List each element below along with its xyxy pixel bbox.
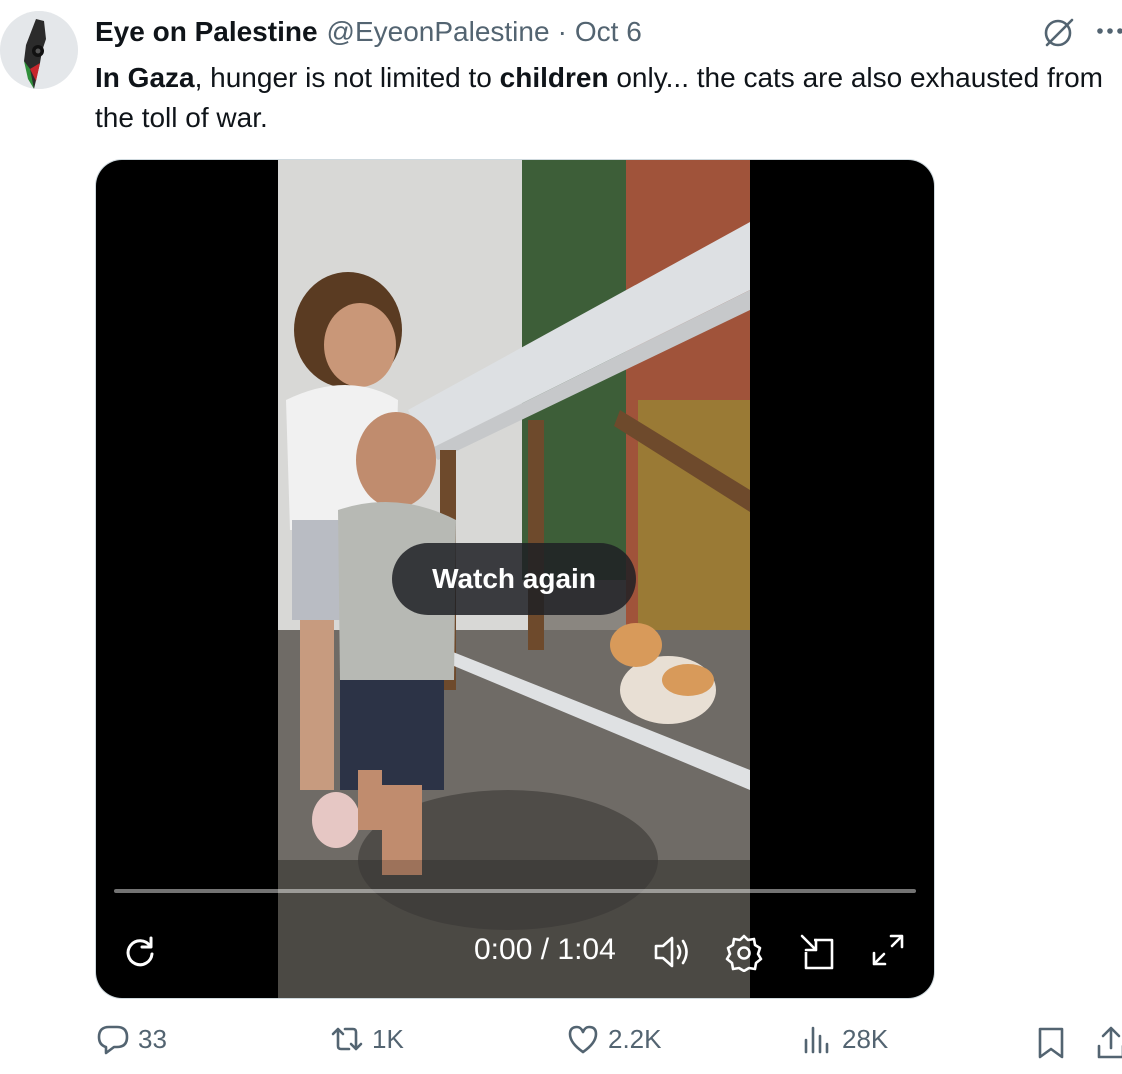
more-icon[interactable] <box>1096 24 1122 38</box>
author-name[interactable]: Eye on Palestine <box>95 16 318 48</box>
views-icon <box>804 1026 829 1054</box>
tweet-text: In Gaza, hunger is not limited to childr… <box>95 58 1122 138</box>
video-progress-bar[interactable] <box>114 889 916 893</box>
watch-again-button[interactable]: Watch again <box>392 543 636 615</box>
reply-count: 33 <box>138 1023 167 1054</box>
repost-icon <box>331 1027 363 1051</box>
dock-icon[interactable] <box>798 932 838 972</box>
tweet-text-part: In Gaza <box>95 62 195 93</box>
reply-button[interactable]: 33 <box>96 1022 167 1056</box>
reply-icon <box>97 1025 129 1055</box>
bookmark-icon[interactable] <box>1036 1026 1066 1060</box>
tweet-actions: 33 1K 2.2K 28K <box>0 1022 1122 1068</box>
post-date[interactable]: Oct 6 <box>575 16 642 48</box>
fullscreen-icon[interactable] <box>870 932 906 968</box>
video-player[interactable]: Watch again 0:00 / 1:04 <box>96 160 934 998</box>
repost-button[interactable]: 1K <box>330 1022 404 1056</box>
like-button[interactable]: 2.2K <box>566 1022 662 1056</box>
video-time: 0:00 / 1:04 <box>474 933 616 966</box>
share-icon[interactable] <box>1096 1024 1122 1060</box>
repost-count: 1K <box>372 1023 404 1054</box>
separator: · <box>557 16 567 47</box>
views-button[interactable]: 28K <box>800 1022 888 1056</box>
replay-icon[interactable] <box>122 934 158 970</box>
video-controls: 0:00 / 1:04 <box>96 920 934 980</box>
like-count: 2.2K <box>608 1023 662 1054</box>
grok-icon[interactable] <box>1042 15 1076 49</box>
author-handle[interactable]: @EyeonPalestine <box>327 16 550 48</box>
tweet-text-part: children <box>499 62 609 93</box>
tweet-header: Eye on Palestine @EyeonPalestine · Oct 6 <box>95 14 1122 50</box>
avatar[interactable] <box>0 11 78 89</box>
settings-icon[interactable] <box>724 932 764 972</box>
like-icon <box>568 1025 598 1054</box>
avatar-image <box>0 11 78 89</box>
tweet-text-part: , hunger is not limited to <box>194 62 500 93</box>
volume-icon[interactable] <box>652 932 692 972</box>
views-count: 28K <box>842 1023 889 1054</box>
